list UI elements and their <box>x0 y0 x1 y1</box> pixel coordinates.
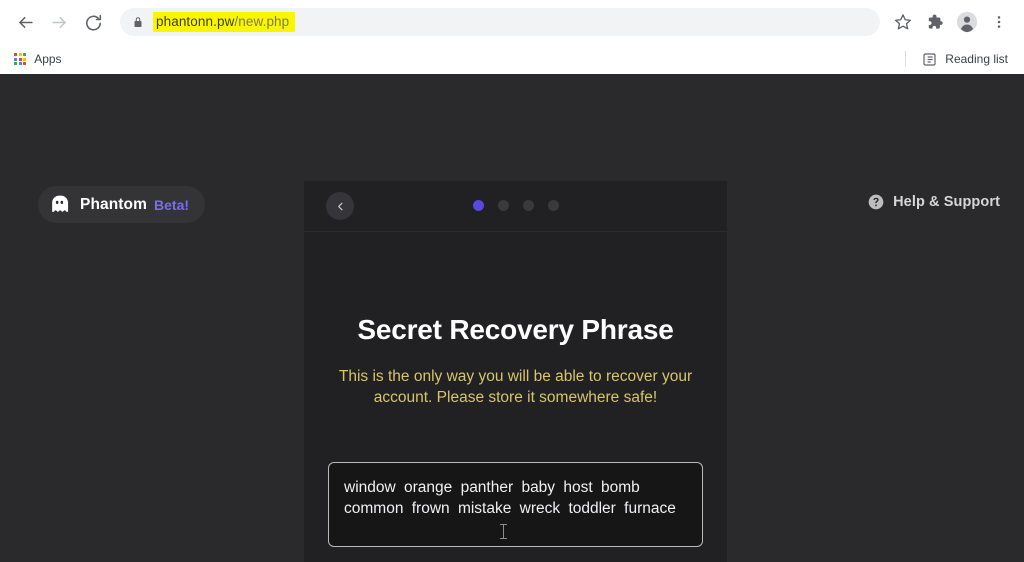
profile-avatar-icon <box>956 11 978 33</box>
forward-button[interactable] <box>44 7 74 37</box>
bookmark-apps-label: Apps <box>34 52 62 66</box>
url-text: phantonn.pw/new.php <box>153 12 296 32</box>
modal-body: Secret Recovery Phrase This is the only … <box>304 314 727 562</box>
onboarding-modal: Secret Recovery Phrase This is the only … <box>304 181 727 562</box>
more-menu-button[interactable] <box>984 7 1014 37</box>
seed-phrase-box[interactable]: window orange panther baby host bomb com… <box>328 461 703 547</box>
page-content: Phantom Beta! Help & Support Secret Reco… <box>0 74 1024 562</box>
browser-chrome: phantonn.pw/new.php Apps Reading list <box>0 0 1024 74</box>
step-dot-3[interactable] <box>522 200 534 211</box>
browser-toolbar: phantonn.pw/new.php <box>0 0 1024 44</box>
back-arrow-icon <box>18 16 33 28</box>
bookmark-star-icon <box>894 14 912 30</box>
modal-header <box>304 181 727 232</box>
url-host: phantonn.pw <box>156 14 235 29</box>
seed-phrase-words: window orange panther baby host bomb com… <box>344 478 676 517</box>
reading-list-icon <box>923 52 936 66</box>
apps-grid-icon <box>14 52 27 66</box>
bookmark-apps[interactable]: Apps <box>8 47 68 71</box>
text-cursor-icon <box>500 523 507 539</box>
brand-name: Phantom <box>80 195 148 213</box>
reload-icon <box>85 14 101 31</box>
lock-icon <box>132 16 144 29</box>
back-button[interactable] <box>10 7 40 37</box>
step-dot-4[interactable] <box>547 200 559 211</box>
step-dot-2[interactable] <box>497 200 509 211</box>
reading-list-label: Reading list <box>945 52 1008 66</box>
warning-text: This is the only way you will be able to… <box>338 367 693 406</box>
bookmarks-bar-right: Reading list <box>901 47 1016 71</box>
step-indicator <box>304 200 727 211</box>
extensions-button[interactable] <box>920 7 950 37</box>
step-dot-1[interactable] <box>472 200 484 211</box>
more-menu-icon <box>997 16 1001 28</box>
phantom-brand[interactable]: Phantom Beta! <box>38 186 206 223</box>
extensions-puzzle-icon <box>928 14 943 29</box>
forward-arrow-icon <box>51 16 66 28</box>
page-title: Secret Recovery Phrase <box>357 314 674 345</box>
profile-button[interactable] <box>952 7 982 37</box>
brand-beta-badge: Beta! <box>154 196 190 213</box>
url-path: /new.php <box>234 14 290 29</box>
help-and-support-link[interactable]: Help & Support <box>868 194 1000 210</box>
bookmarks-bar: Apps Reading list <box>0 44 1024 74</box>
help-circle-icon <box>868 194 884 210</box>
reading-list-button[interactable]: Reading list <box>916 47 1014 71</box>
phantom-ghost-icon <box>52 195 69 213</box>
address-bar[interactable]: phantonn.pw/new.php <box>120 8 880 36</box>
reload-button[interactable] <box>78 7 108 37</box>
help-and-support-label: Help & Support <box>893 194 1000 210</box>
bookmarks-divider <box>905 51 907 67</box>
bookmark-star-button[interactable] <box>888 7 918 37</box>
